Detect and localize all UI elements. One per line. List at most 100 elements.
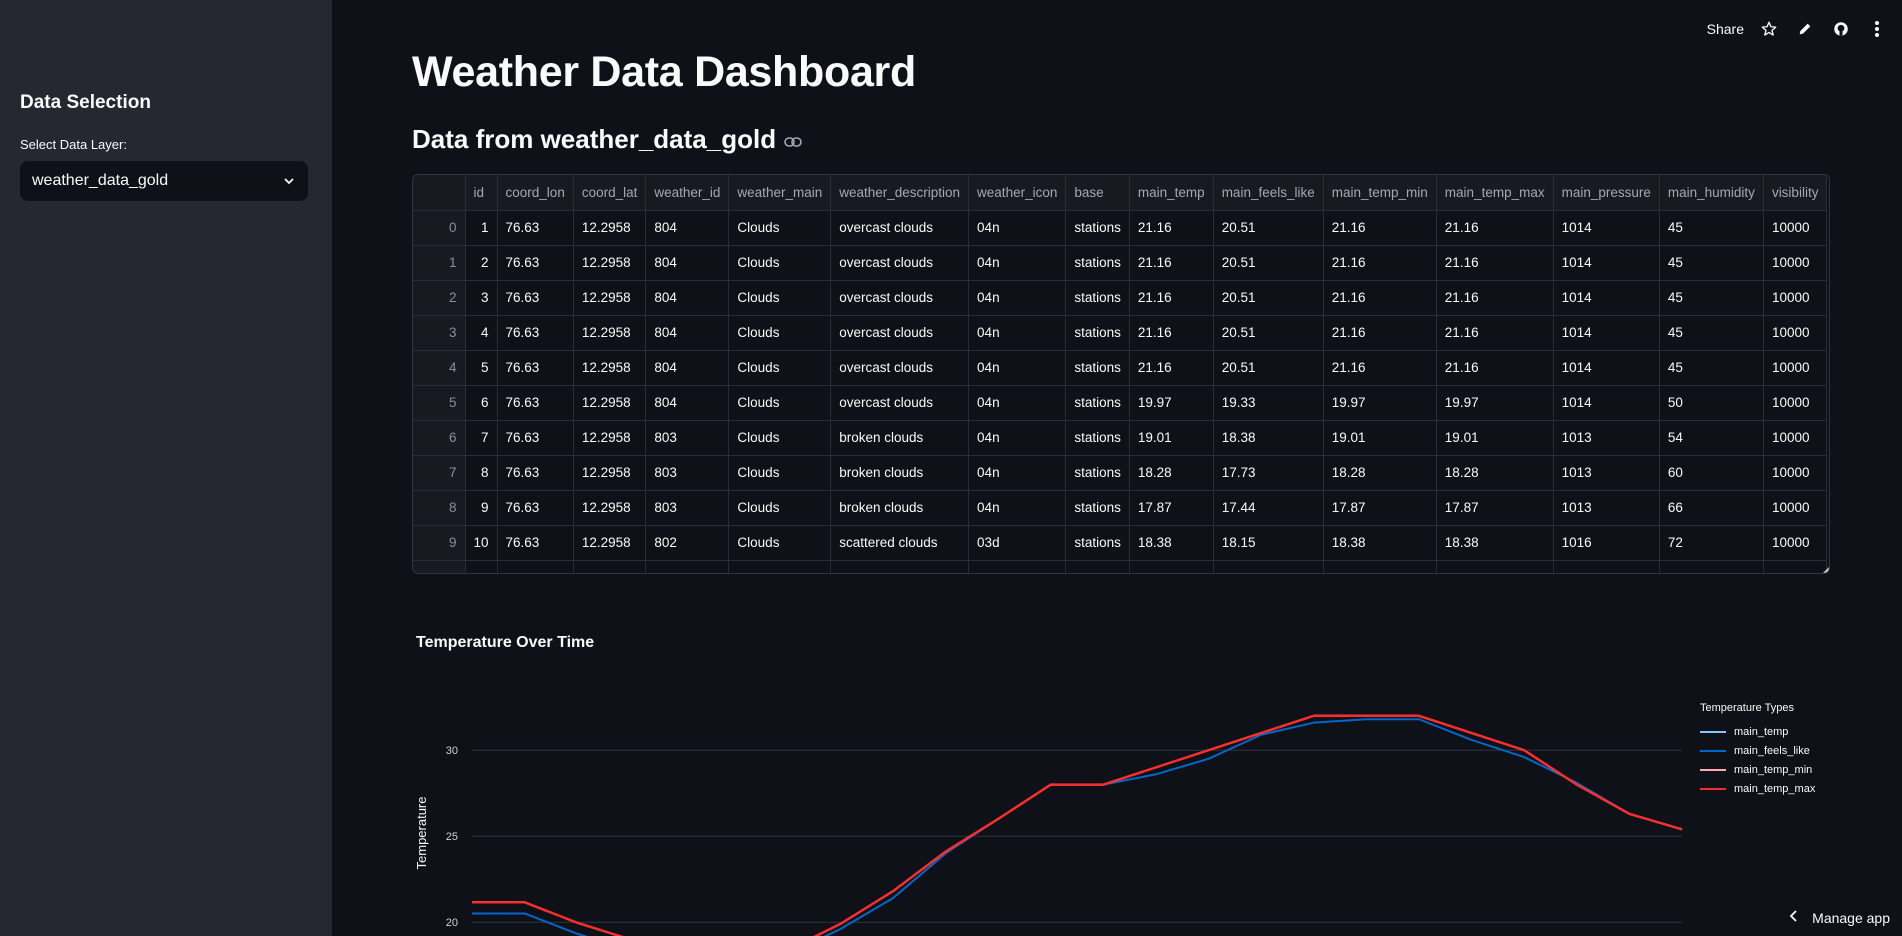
table-cell[interactable]: 45 [1659,280,1764,316]
table-cell[interactable]: 12.2958 [573,210,647,246]
table-cell[interactable]: 76.63 [497,315,574,351]
table-cell[interactable]: 1014 [1553,210,1660,246]
table-cell[interactable]: 21.16 [1129,280,1214,316]
table-cell[interactable]: 802 [645,525,730,561]
table-cell[interactable]: 12.2958 [573,525,647,561]
table-cell[interactable]: 1013 [1553,420,1660,456]
column-header-base[interactable]: base [1065,175,1130,211]
table-cell[interactable]: stations [1065,420,1130,456]
table-cell[interactable]: 54 [1659,420,1764,456]
table-cell[interactable]: 19.97 [1323,385,1437,421]
table-cell[interactable]: 03d [968,525,1067,561]
table-cell[interactable]: stations [1065,525,1130,561]
table-cell[interactable]: broken clouds [830,490,970,526]
share-button[interactable]: Share [1707,21,1744,37]
table-cell[interactable]: 7 [465,420,498,456]
table-cell[interactable]: 04n [968,210,1067,246]
table-cell[interactable]: 1014 [1553,245,1660,281]
table-cell[interactable]: 12.2958 [573,315,647,351]
table-cell[interactable]: 19.97 [1436,385,1554,421]
table-row[interactable]: 5 6 76.63 12.2958 804 Clouds overcast clouds 04… [413,385,1828,421]
table-cell[interactable]: 10000 [1763,315,1828,351]
table-cell[interactable]: 9 [465,490,498,526]
data-layer-select[interactable]: weather_data_gold [20,161,308,201]
table-cell[interactable]: stations [1065,210,1130,246]
table-row[interactable]: 8 9 76.63 12.2958 803 Clouds broken clouds 04n s… [413,490,1828,526]
table-cell[interactable]: 18.15 [1213,525,1324,561]
table-row[interactable]: 3 4 76.63 12.2958 804 Clouds overcast clouds 04… [413,315,1828,351]
table-cell[interactable]: overcast clouds [830,245,970,281]
column-header-main-temp[interactable]: main_temp [1129,175,1214,211]
link-icon[interactable] [784,124,802,155]
table-row[interactable]: 0 1 76.63 12.2958 804 Clouds overcast clouds 04… [413,210,1828,246]
table-row[interactable]: 4 5 76.63 12.2958 804 Clouds overcast clouds 04… [413,350,1828,386]
table-cell[interactable]: overcast clouds [830,280,970,316]
table-cell[interactable]: 804 [645,350,730,386]
table-cell[interactable]: 18.38 [1129,525,1214,561]
manage-app-button[interactable]: Manage app [1788,909,1890,926]
table-cell[interactable]: 12.2958 [573,245,647,281]
column-header-visibility[interactable]: visibility [1763,175,1828,211]
pencil-icon[interactable] [1794,18,1816,40]
table-cell[interactable]: 76.63 [497,490,574,526]
resize-handle[interactable] [1823,567,1829,573]
column-header-main-pressure[interactable]: main_pressure [1553,175,1660,211]
table-cell[interactable]: 21.16 [1436,350,1554,386]
table-cell[interactable]: 21.16 [1323,315,1437,351]
table-cell[interactable]: 10000 [1763,490,1828,526]
table-cell[interactable]: Clouds [728,420,832,456]
table-cell[interactable]: 20.51 [1213,245,1324,281]
legend-item-main-temp-max[interactable]: main_temp_max [1700,779,1815,798]
table-cell[interactable]: 803 [645,455,730,491]
table-cell[interactable]: 10000 [1763,245,1828,281]
github-icon[interactable] [1830,18,1852,40]
table-cell[interactable]: 804 [645,315,730,351]
table-cell[interactable]: 10000 [1763,350,1828,386]
table-cell[interactable]: 50 [1659,385,1764,421]
table-cell[interactable]: 66 [1659,490,1764,526]
table-cell[interactable]: 20.51 [1213,210,1324,246]
table-cell[interactable]: Clouds [728,525,832,561]
legend-item-main-temp-min[interactable]: main_temp_min [1700,760,1815,779]
star-icon[interactable] [1758,18,1780,40]
table-cell[interactable]: Clouds [728,315,832,351]
table-cell[interactable]: stations [1065,385,1130,421]
column-header-coord-lat[interactable]: coord_lat [573,175,647,211]
table-cell[interactable]: overcast clouds [830,350,970,386]
temperature-chart[interactable]: 20 25 30 Temperature [410,690,1692,936]
table-row[interactable]: 1 2 76.63 12.2958 804 Clouds overcast clouds 04… [413,245,1828,281]
table-cell[interactable]: 6 [465,385,498,421]
column-header-weather-main[interactable]: weather_main [728,175,832,211]
table-cell[interactable]: 76.63 [497,385,574,421]
column-header-main-temp-max[interactable]: main_temp_max [1436,175,1554,211]
table-cell[interactable]: 18.28 [1323,455,1437,491]
table-row[interactable]: 7 8 76.63 12.2958 803 Clouds broken clouds 04n s… [413,455,1828,491]
table-cell[interactable]: 5 [465,350,498,386]
table-cell[interactable]: 10000 [1763,420,1828,456]
table-cell[interactable]: 76.63 [497,210,574,246]
table-cell[interactable]: overcast clouds [830,385,970,421]
legend-item-main-feels-like[interactable]: main_feels_like [1700,741,1815,760]
table-cell[interactable]: 1013 [1553,455,1660,491]
table-cell[interactable]: 45 [1659,350,1764,386]
table-cell[interactable]: 1014 [1553,385,1660,421]
table-cell[interactable]: Clouds [728,490,832,526]
table-cell[interactable]: 76.63 [497,455,574,491]
table-cell[interactable]: 18.38 [1436,525,1554,561]
table-cell[interactable]: 19.33 [1213,385,1324,421]
table-cell[interactable]: 1016 [1553,525,1660,561]
table-cell[interactable]: 12.2958 [573,350,647,386]
table-cell[interactable]: 10000 [1763,525,1828,561]
table-cell[interactable]: 18.38 [1213,420,1324,456]
table-cell[interactable]: 20.51 [1213,280,1324,316]
table-cell[interactable]: 18.28 [1129,455,1214,491]
table-cell[interactable]: 3 [465,280,498,316]
table-cell[interactable]: 21.16 [1323,350,1437,386]
table-cell[interactable]: 04n [968,490,1067,526]
table-cell[interactable]: 1014 [1553,350,1660,386]
table-cell[interactable]: 21.16 [1129,210,1214,246]
table-row[interactable]: 6 7 76.63 12.2958 803 Clouds broken clouds 04n s… [413,420,1828,456]
table-cell[interactable]: 10000 [1763,280,1828,316]
table-cell[interactable]: 8 [465,455,498,491]
table-cell[interactable]: 804 [645,280,730,316]
